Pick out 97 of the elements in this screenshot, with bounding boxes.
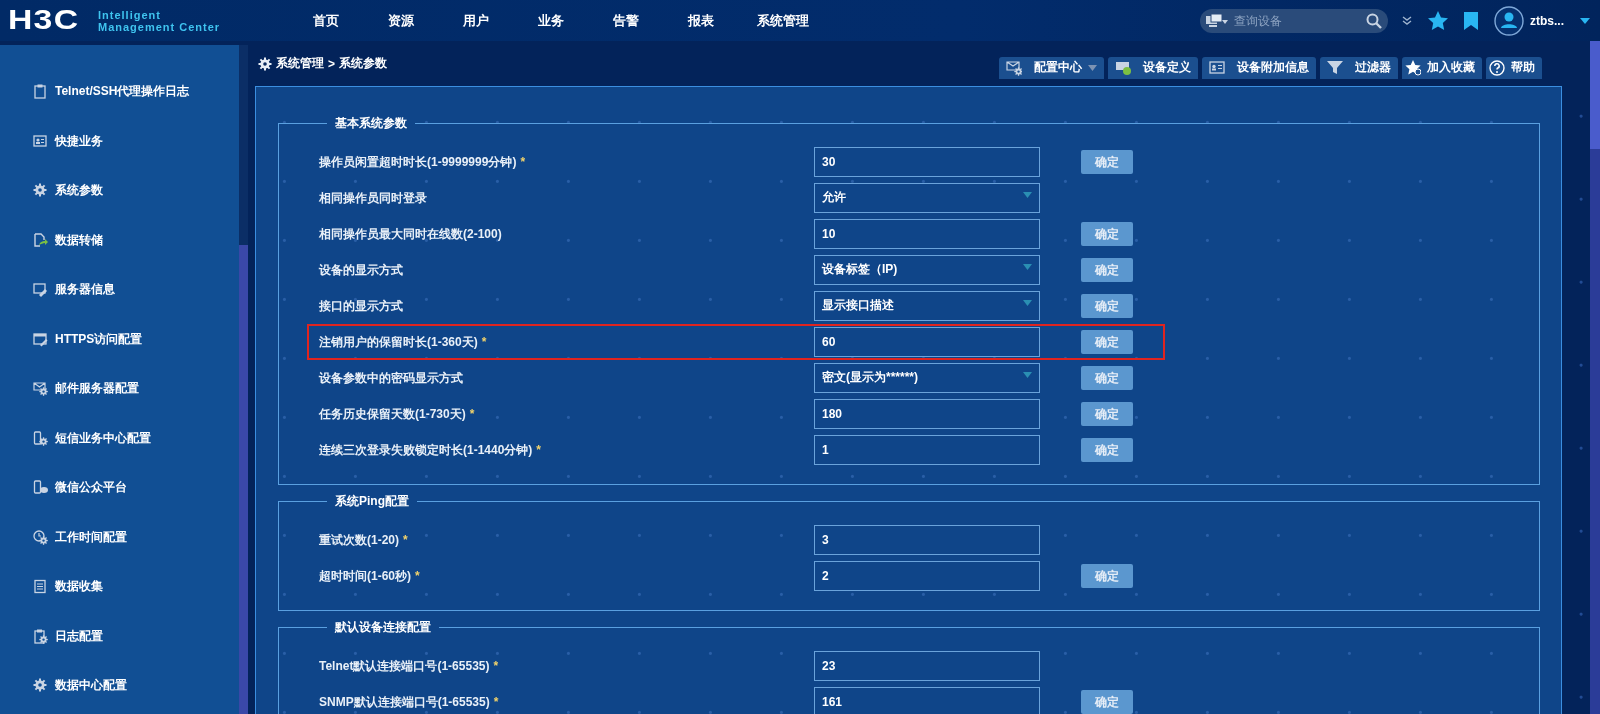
text-field[interactable]: 10 <box>814 219 1040 249</box>
toolbar-button[interactable]: 过滤器 <box>1320 56 1398 79</box>
gear-icon <box>33 678 48 694</box>
sidebar-item[interactable]: 邮件服务器配置 <box>0 364 239 414</box>
sidebar-item[interactable]: 短信业务中心配置 <box>0 413 239 463</box>
group-title: 基本系统参数 <box>334 115 408 132</box>
search-field[interactable]: 查询设备 <box>1232 12 1362 29</box>
toolbar-button[interactable]: 加入收藏 <box>1402 56 1482 79</box>
nav-item[interactable]: 系统管理 <box>738 11 828 30</box>
field-label: 连续三次登录失败锁定时长(1-1440分钟) * <box>319 441 543 459</box>
dropdown[interactable]: 密文(显示为******) <box>814 363 1040 393</box>
gear-icon <box>33 183 48 199</box>
caret-icon <box>1023 264 1032 270</box>
sidebar-item[interactable]: 微信公众平台 <box>0 463 239 513</box>
breadcrumb-link[interactable]: 系统管理 <box>276 55 324 72</box>
nav-item[interactable]: 首页 <box>288 11 363 30</box>
caret-icon <box>1023 300 1032 306</box>
bookmark-icon[interactable] <box>1464 11 1478 30</box>
search-bar[interactable]: 查询设备 <box>1200 8 1388 33</box>
field-label: 重试次数(1-20) * <box>319 531 409 549</box>
breadcrumb-current: 系统参数 <box>339 55 387 72</box>
sidebar-item[interactable]: 系统参数 <box>0 166 239 216</box>
avatar-icon[interactable] <box>1494 5 1524 36</box>
text-field[interactable]: 60 <box>814 327 1040 357</box>
text-field[interactable]: 1 <box>814 435 1040 465</box>
dropdown[interactable]: 显示接口描述 <box>814 291 1040 321</box>
phone-gear-icon <box>33 430 48 446</box>
group-title: 系统Ping配置 <box>334 493 410 510</box>
mail-gear-icon <box>1006 59 1022 76</box>
text-field[interactable]: 180 <box>814 399 1040 429</box>
sidebar-item[interactable]: 数据收集 <box>0 562 239 612</box>
field-label: 接口的显示方式 <box>319 297 404 315</box>
sidebar-item[interactable]: 数据转储 <box>0 215 239 265</box>
phone-chat-icon <box>33 480 48 496</box>
text-field[interactable]: 30 <box>814 147 1040 177</box>
nav-item[interactable]: 资源 <box>363 11 438 30</box>
nav-item[interactable]: 用户 <box>438 11 513 30</box>
caret-icon[interactable] <box>1580 17 1590 24</box>
help-icon <box>1489 59 1505 76</box>
sidebar-item[interactable]: 快捷业务 <box>0 116 239 166</box>
gear-icon <box>258 56 272 71</box>
scrollbar-thumb[interactable] <box>239 245 248 714</box>
caret-icon <box>1023 372 1032 378</box>
filter-icon <box>1327 59 1343 76</box>
dropdown[interactable]: 设备标签（IP) <box>814 255 1040 285</box>
text-field[interactable]: 23 <box>814 651 1040 681</box>
sidebar-item[interactable]: HTTPS访问配置 <box>0 314 239 364</box>
dropdown[interactable]: 允许 <box>814 183 1040 213</box>
text-field[interactable]: 2 <box>814 561 1040 591</box>
toolbar-button[interactable]: 设备附加信息 <box>1202 56 1316 79</box>
caret-icon <box>1088 64 1097 71</box>
monitor-icon <box>1206 13 1228 28</box>
toolbar-button[interactable]: 帮助 <box>1486 56 1542 79</box>
window-pencil-icon <box>33 331 48 347</box>
sidebar-item[interactable]: 工作时间配置 <box>0 512 239 562</box>
id-card-icon <box>1209 59 1225 76</box>
logo-text: Intelligent <box>98 8 162 21</box>
toolbar-button[interactable]: 配置中心 <box>999 56 1104 79</box>
field-label: 注销用户的保留时长(1-360天) * <box>319 333 488 351</box>
field-label: 设备参数中的密码显示方式 <box>319 369 464 387</box>
search-icon[interactable] <box>1366 12 1382 29</box>
field-label: 超时时间(1-60秒) * <box>319 567 421 585</box>
breadcrumb-separator: > <box>328 56 335 71</box>
text-field[interactable]: 3 <box>814 525 1040 555</box>
field-label: 任务历史保留天数(1-730天) * <box>319 405 476 423</box>
star-plus-icon <box>1405 59 1421 76</box>
nav-item[interactable]: 报表 <box>663 11 738 30</box>
notepad-icon <box>33 579 48 595</box>
field-label: 相同操作员最大同时在线数(2-100) <box>319 225 503 243</box>
nav-item[interactable]: 业务 <box>513 11 588 30</box>
nav-item[interactable]: 告警 <box>588 11 663 30</box>
caret-icon <box>1023 192 1032 198</box>
user-name[interactable]: ztbs... <box>1530 13 1564 28</box>
sidebar-item[interactable]: 服务器信息 <box>0 265 239 315</box>
wrench-window-icon <box>33 282 48 298</box>
field-label: 操作员闲置超时时长(1-9999999分钟) * <box>319 153 527 171</box>
export-icon <box>33 232 48 248</box>
sidebar-item[interactable]: 数据中心配置 <box>0 661 239 711</box>
mail-gear-icon <box>33 381 48 397</box>
logo-text: Management Center <box>98 20 221 33</box>
id-card-icon <box>33 133 48 149</box>
field-label: Telnet默认连接端口号(1-65535) * <box>319 657 500 675</box>
clock-gear-icon <box>33 529 48 545</box>
star-icon[interactable] <box>1428 11 1448 30</box>
group-title: 默认设备连接配置 <box>334 619 432 636</box>
clipboard-gear-icon <box>33 628 48 644</box>
text-field[interactable]: 161 <box>814 687 1040 714</box>
field-label: 相同操作员同时登录 <box>319 189 428 207</box>
toolbar-button[interactable]: 设备定义 <box>1108 56 1198 79</box>
field-label: SNMP默认连接端口号(1-65535) * <box>319 693 500 711</box>
device-tag-icon <box>1115 59 1131 76</box>
sidebar-item[interactable]: 日志配置 <box>0 611 239 661</box>
field-label: 设备的显示方式 <box>319 261 404 279</box>
scrollbar-thumb[interactable] <box>1590 41 1600 149</box>
clipboard-icon <box>33 84 48 100</box>
sidebar-item[interactable]: Telnet/SSH代理操作日志 <box>0 67 239 117</box>
double-chevron-icon[interactable] <box>1402 15 1412 26</box>
